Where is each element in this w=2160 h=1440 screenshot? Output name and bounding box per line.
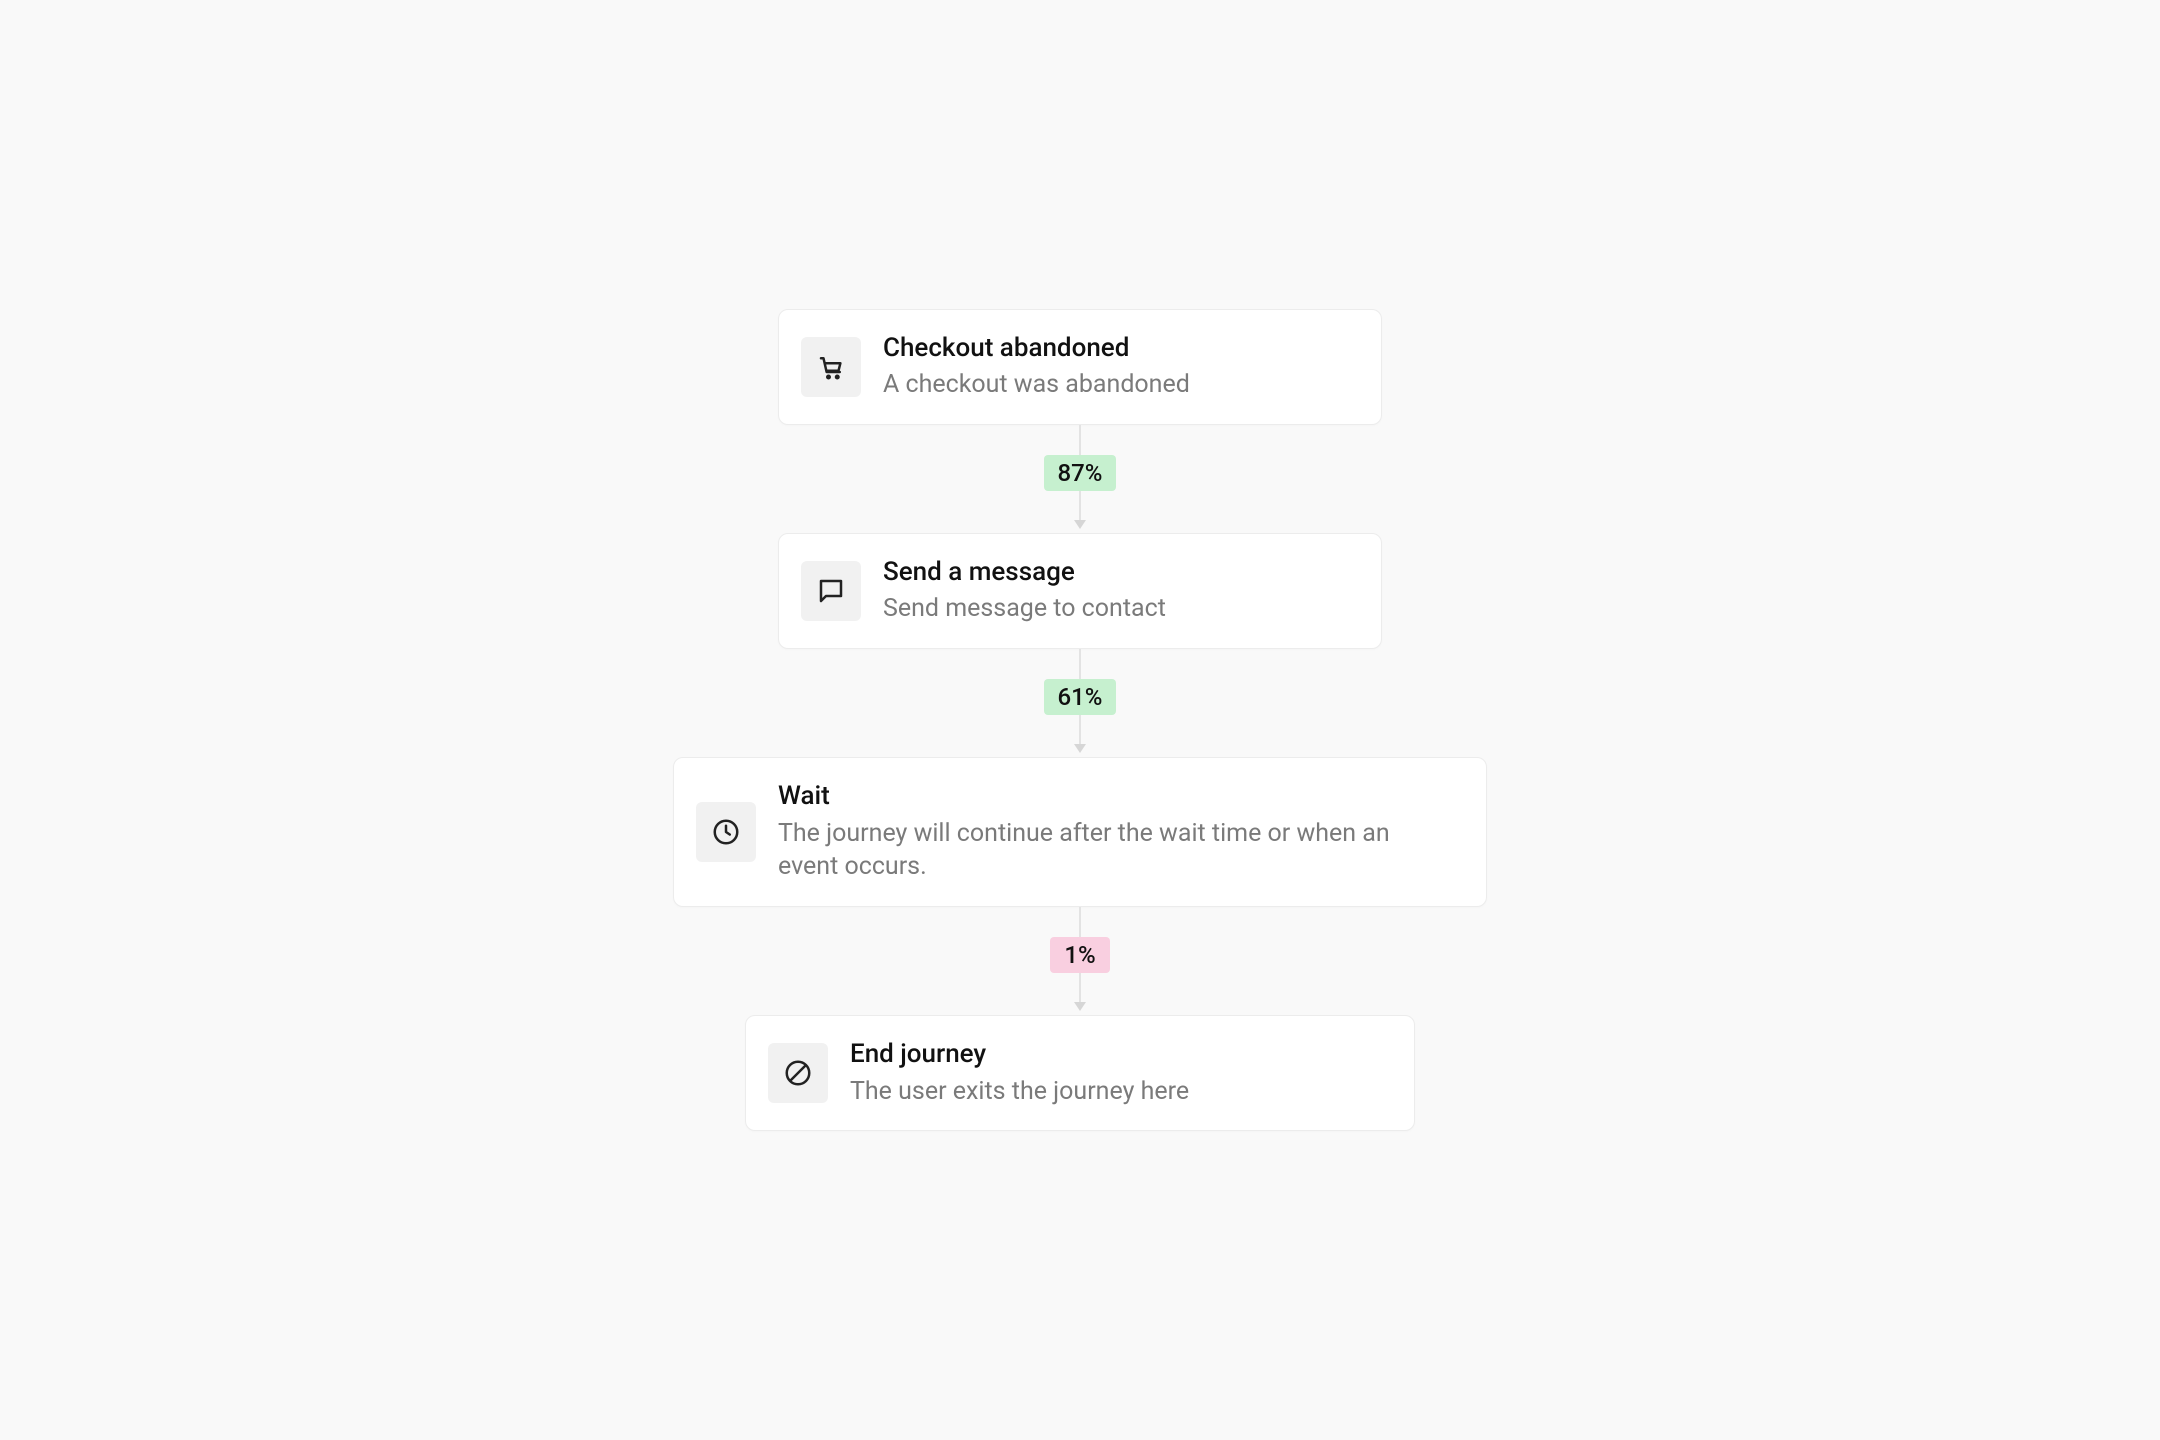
node-subtitle: The user exits the journey here xyxy=(850,1075,1189,1109)
connector-line xyxy=(1079,425,1081,455)
flow-node-wait[interactable]: Wait The journey will continue after the… xyxy=(673,757,1487,907)
arrow-down-icon xyxy=(1074,744,1086,753)
connector-line xyxy=(1079,973,1081,1003)
flow-node-checkout-abandoned[interactable]: Checkout abandoned A checkout was abando… xyxy=(778,309,1382,425)
conversion-badge: 1% xyxy=(1050,937,1109,973)
node-title: Wait xyxy=(778,780,1456,813)
node-text: End journey The user exits the journey h… xyxy=(850,1038,1189,1108)
journey-flow: Checkout abandoned A checkout was abando… xyxy=(673,309,1487,1132)
arrow-down-icon xyxy=(1074,1002,1086,1011)
clock-icon xyxy=(696,802,756,862)
connector-line xyxy=(1079,491,1081,521)
node-text: Send a message Send message to contact xyxy=(883,556,1166,626)
node-subtitle: Send message to contact xyxy=(883,592,1166,626)
flow-connector: 1% xyxy=(1050,907,1109,1015)
node-text: Wait The journey will continue after the… xyxy=(778,780,1456,884)
node-subtitle: A checkout was abandoned xyxy=(883,368,1190,402)
node-subtitle: The journey will continue after the wait… xyxy=(778,817,1456,885)
node-text: Checkout abandoned A checkout was abando… xyxy=(883,332,1190,402)
flow-node-end-journey[interactable]: End journey The user exits the journey h… xyxy=(745,1015,1415,1131)
connector-line xyxy=(1079,715,1081,745)
flow-node-send-message[interactable]: Send a message Send message to contact xyxy=(778,533,1382,649)
connector-line xyxy=(1079,907,1081,937)
flow-connector: 87% xyxy=(1044,425,1117,533)
ban-icon xyxy=(768,1043,828,1103)
cart-icon xyxy=(801,337,861,397)
conversion-badge: 87% xyxy=(1044,455,1117,491)
connector-line xyxy=(1079,649,1081,679)
arrow-down-icon xyxy=(1074,520,1086,529)
conversion-badge: 61% xyxy=(1044,679,1117,715)
node-title: Send a message xyxy=(883,556,1166,589)
message-icon xyxy=(801,561,861,621)
flow-connector: 61% xyxy=(1044,649,1117,757)
node-title: Checkout abandoned xyxy=(883,332,1190,365)
node-title: End journey xyxy=(850,1038,1189,1071)
